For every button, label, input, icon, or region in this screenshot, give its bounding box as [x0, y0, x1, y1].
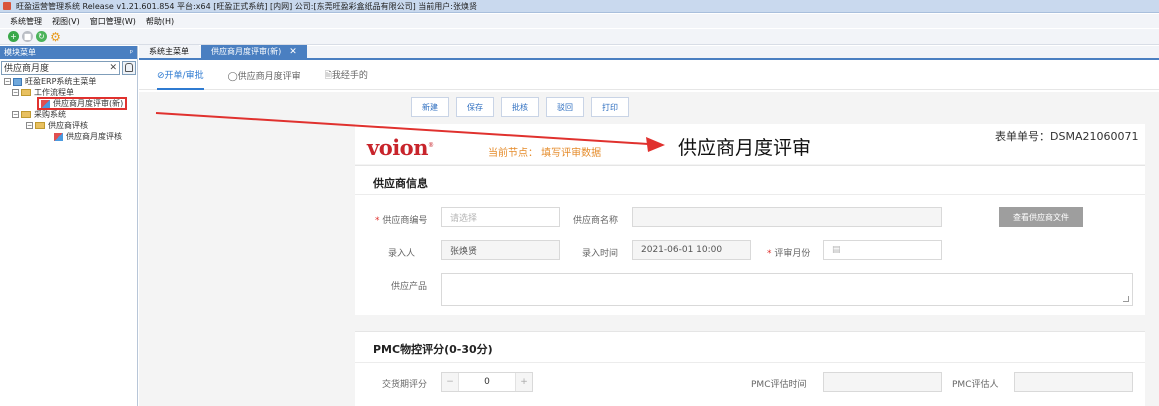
- folder-icon: [35, 122, 45, 129]
- tab-label: 供应商月度评审(新): [211, 47, 282, 56]
- close-icon[interactable]: ✕: [289, 47, 297, 57]
- supplier-name-label: 供应商名称: [573, 216, 619, 226]
- menu-search-row: 供应商月度 ✕: [0, 59, 137, 76]
- folder-icon: [21, 111, 31, 118]
- reject-button[interactable]: 驳回: [546, 97, 584, 117]
- tree-item-supplier-monthly-eval[interactable]: 供应商月度评核: [4, 131, 137, 142]
- tree-item-label: 供应商月度评核: [66, 132, 122, 141]
- view-supplier-file-button[interactable]: 查看供应商文件: [999, 207, 1083, 227]
- section-title: 供应商信息: [373, 177, 428, 190]
- tree-node-purchase-label: 采购系统: [34, 110, 66, 119]
- voion-logo: voion®: [367, 135, 434, 160]
- supplier-name-field[interactable]: [632, 207, 942, 227]
- clear-search-icon[interactable]: ✕: [109, 63, 117, 73]
- increment-button[interactable]: +: [516, 373, 532, 391]
- supply-product-textarea[interactable]: [441, 273, 1133, 306]
- tab-supplier-monthly-review[interactable]: 供应商月度评审(新) ✕: [201, 45, 307, 58]
- add-icon[interactable]: +: [8, 31, 19, 42]
- approve-button[interactable]: 批核: [501, 97, 539, 117]
- collapse-icon[interactable]: −: [26, 122, 33, 129]
- tree-node-supplier-eval[interactable]: − 供应商评核: [4, 120, 137, 131]
- supplier-code-label: * 供应商编号: [375, 216, 428, 226]
- tree-item-supplier-monthly-review[interactable]: 供应商月度评审(新): [4, 97, 137, 110]
- pmc-eval-time-label: PMC评估时间: [751, 380, 807, 390]
- menu-view[interactable]: 视图(V): [52, 16, 80, 27]
- menu-search-value: 供应商月度: [4, 64, 50, 74]
- subtab-supplier-review[interactable]: ◯供应商月度评审: [228, 62, 301, 90]
- refresh-icon[interactable]: ↻: [36, 31, 47, 42]
- module-menu-header: 模块菜单 ᵖ: [0, 46, 137, 59]
- collapse-icon[interactable]: −: [4, 78, 11, 85]
- collapse-icon[interactable]: −: [12, 111, 19, 118]
- tree-root[interactable]: − 旺盈ERP系统主菜单: [4, 76, 137, 87]
- resize-handle-icon[interactable]: [1123, 296, 1129, 302]
- toolbar: + ■ ↻ ⚙: [0, 29, 1159, 45]
- pin-icon[interactable]: ᵖ: [130, 48, 133, 57]
- tab-label: 系统主菜单: [149, 47, 189, 56]
- form-subtabs: ⊘开单/审批 ◯供应商月度评审 🗎我经手的: [139, 62, 1159, 90]
- collapse-icon[interactable]: −: [12, 89, 19, 96]
- supply-product-label: 供应产品: [391, 282, 428, 292]
- review-month-field[interactable]: ▤: [823, 240, 942, 260]
- print-button[interactable]: 打印: [591, 97, 629, 117]
- pmc-score-section: PMC物控评分(0-30分) 交货期评分 − 0 + PMC评估时间 PMC评估…: [355, 331, 1145, 406]
- module-menu-title: 模块菜单: [4, 48, 36, 57]
- user-search-button[interactable]: [122, 60, 136, 75]
- form-title: 供应商月度评审: [678, 137, 812, 159]
- delivery-score-label: 交货期评分: [382, 380, 428, 390]
- review-month-label: * 评审月份: [767, 249, 811, 259]
- tree-root-label: 旺盈ERP系统主菜单: [25, 77, 97, 86]
- form-icon: [41, 99, 50, 108]
- section-title: PMC物控评分(0-30分): [373, 343, 493, 356]
- person-icon: [125, 63, 133, 72]
- divider: [355, 362, 1145, 363]
- subtab-open-approve[interactable]: ⊘开单/审批: [157, 62, 204, 90]
- decrement-button[interactable]: −: [442, 373, 458, 391]
- folder-icon: [21, 89, 31, 96]
- form-icon: [54, 132, 63, 141]
- module-menu-panel: 模块菜单 ᵖ 供应商月度 ✕ − 旺盈ERP系统主菜单 − 工作流程单 供应商月…: [0, 46, 138, 406]
- menu-bar: 系统管理 视图(V) 窗口管理(W) 帮助(H): [0, 14, 1159, 28]
- tab-system-main-menu[interactable]: 系统主菜单: [139, 45, 199, 58]
- pmc-eval-time-field[interactable]: [823, 372, 942, 392]
- pmc-evaluator-label: PMC评估人: [952, 380, 999, 390]
- entry-person-field[interactable]: 张焕贤: [441, 240, 560, 260]
- menu-tree: − 旺盈ERP系统主菜单 − 工作流程单 供应商月度评审(新) − 采购系统 −…: [0, 76, 137, 142]
- delivery-score-stepper[interactable]: − 0 +: [441, 372, 533, 392]
- entry-time-field[interactable]: 2021-06-01 10:00: [632, 240, 751, 260]
- org-icon: [13, 77, 22, 86]
- calendar-icon: ▤: [832, 245, 841, 255]
- tree-node-purchase[interactable]: − 采购系统: [4, 109, 137, 120]
- app-icon: [3, 2, 11, 10]
- window-title: 旺盈运营管理系统 Release v1.21.601.854 平台:x64 [旺…: [16, 1, 477, 11]
- menu-system-admin[interactable]: 系统管理: [10, 16, 42, 27]
- supplier-code-field[interactable]: 请选择: [441, 207, 560, 227]
- stop-icon[interactable]: ■: [22, 31, 33, 42]
- delivery-score-value[interactable]: 0: [458, 373, 516, 391]
- tree-item-label: 供应商月度评审(新): [53, 99, 124, 108]
- title-bar: 旺盈运营管理系统 Release v1.21.601.854 平台:x64 [旺…: [0, 0, 1159, 13]
- menu-window[interactable]: 窗口管理(W): [90, 16, 136, 27]
- save-button[interactable]: 保存: [456, 97, 494, 117]
- gear-icon[interactable]: ⚙: [50, 31, 61, 43]
- menu-search-input[interactable]: 供应商月度 ✕: [1, 60, 120, 75]
- pmc-evaluator-field[interactable]: [1014, 372, 1133, 392]
- menu-help[interactable]: 帮助(H): [146, 16, 174, 27]
- action-bar: 新建 保存 批核 驳回 打印: [139, 92, 1159, 122]
- current-node-label: 当前节点： 填写评审数据: [488, 148, 602, 159]
- entry-person-label: 录入人: [388, 249, 416, 259]
- entry-time-label: 录入时间: [582, 249, 619, 259]
- new-button[interactable]: 新建: [411, 97, 449, 117]
- form-number: 表单单号：DSMA21060071: [995, 130, 1139, 143]
- document-tabs: 系统主菜单 供应商月度评审(新) ✕: [139, 45, 1159, 60]
- subtab-handled-by-me[interactable]: 🗎我经手的: [325, 62, 368, 90]
- tree-node-supplier-eval-label: 供应商评核: [48, 121, 88, 130]
- divider: [355, 194, 1145, 195]
- supplier-info-section: 供应商信息 * 供应商编号 请选择 供应商名称 查看供应商文件 录入人 张焕贤 …: [355, 165, 1145, 315]
